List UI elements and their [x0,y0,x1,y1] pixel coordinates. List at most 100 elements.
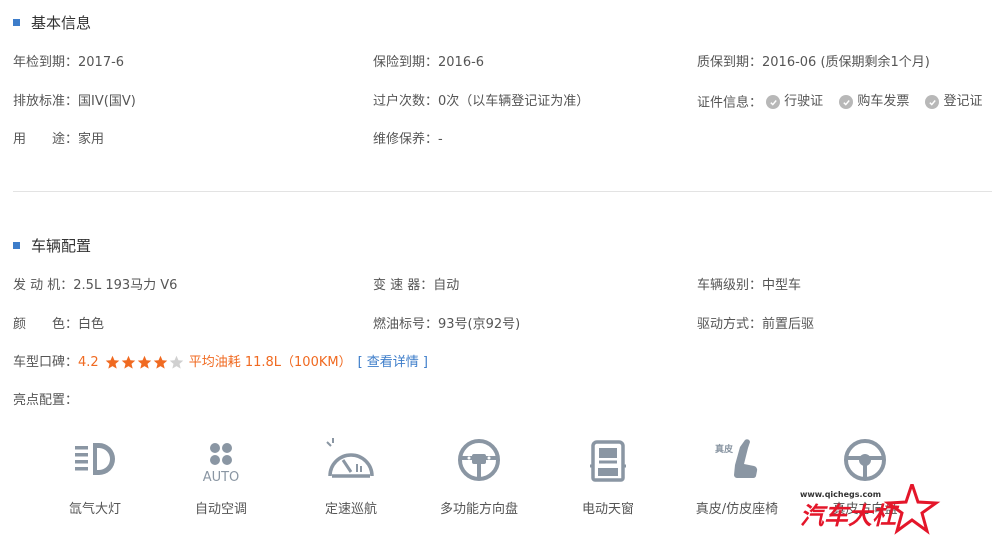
basic-row-1: 年检到期：2017-6 保险到期：2016-6 质保到期：2016-06 (质保… [13,53,992,73]
warranty-label: 质保到期： [697,55,763,70]
drive-type: 驱动方式：前置后驱 [697,315,814,335]
transfer-label: 过户次数： [373,94,439,109]
view-details-link[interactable]: [ 查看详情 ] [358,355,428,370]
transmission-value: 自动 [433,278,460,293]
check-icon [925,95,940,109]
engine: 发 动 机：2.5L 193马力 V6 [13,276,177,296]
insurance-label: 保险到期： [373,55,439,70]
usage-label: 用 途： [13,132,79,147]
transmission: 变 速 器：自动 [373,276,459,296]
cert-label: 行驶证 [784,94,824,109]
transfer-count: 过户次数：0次（以车辆登记证为准） [373,92,589,112]
cert-label: 购车发票 [857,94,910,109]
cert-purchase-invoice: 购车发票 [839,92,909,112]
watermark-star-icon: 汽车大杠 [800,484,941,535]
fuel-consumption: 平均油耗 11.8L（100KM） [188,355,352,370]
cert-registration: 登记证 [925,92,982,112]
config-row-1: 发 动 机：2.5L 193马力 V6 变 速 器：自动 车辆级别：中型车 [13,276,992,296]
feature-name: 氙气大灯 [68,502,121,517]
check-icon [839,95,854,109]
inspection-label: 年检到期： [13,55,79,70]
star-filled-icon [153,355,167,369]
star-filled-icon [105,355,119,369]
color-label: 颜 色： [13,317,79,332]
insurance-value: 2016-6 [438,55,485,70]
vehicle-class-value: 中型车 [762,278,802,293]
basic-row-2: 排放标准：国IV(国V) 过户次数：0次（以车辆登记证为准） 证件信息： 行驶证… [13,92,992,112]
usage-value: 家用 [78,132,105,147]
reputation-label: 车型口碑： [13,355,79,370]
check-icon [766,95,781,109]
reputation: 车型口碑：4.2 平均油耗 11.8L（100KM） [ 查看详情 ] [13,353,428,373]
fuel-grade-label: 燃油标号： [373,317,439,332]
rating-score: 4.2 [78,355,99,370]
section-marker [13,19,20,26]
star-filled-icon [137,355,151,369]
auto-ac-icon: AUTO [191,434,251,486]
feature-cruise: 定速巡航 [286,434,416,517]
feature-auto-ac: AUTO 自动空调 [156,434,286,517]
emission-value: 国IV(国V) [78,94,136,109]
drive-type-label: 驱动方式： [697,317,763,332]
feature-leather-seat: 真皮 真皮/仿皮座椅 [672,434,802,517]
sunroof-icon [578,434,638,486]
maintenance-label: 维修保养： [373,132,439,147]
star-empty-icon [169,355,183,369]
fuel-grade: 燃油标号：93号(京92号) [373,315,520,335]
section-divider [13,191,992,192]
config-row-2: 颜 色：白色 燃油标号：93号(京92号) 驱动方式：前置后驱 [13,315,992,335]
highlights-label: 亮点配置： [13,393,79,408]
documents-info: 证件信息： 行驶证 购车发票 登记证 [697,92,992,114]
feature-name: 真皮/仿皮座椅 [695,502,779,517]
color: 颜 色：白色 [13,315,104,335]
star-rating [105,355,185,370]
auto-text: AUTO [203,470,240,484]
highlights-row: 亮点配置： [13,391,992,411]
multifunction-wheel-icon [449,434,509,486]
transmission-label: 变 速 器： [373,278,434,293]
vehicle-class: 车辆级别：中型车 [697,276,801,296]
feature-name: 电动天窗 [581,502,634,517]
documents-label: 证件信息： [697,95,763,111]
feature-name: 自动空调 [194,502,247,517]
inspection-value: 2017-6 [78,55,125,70]
headlight-icon [65,434,125,486]
feature-name: 定速巡航 [324,502,377,517]
steering-wheel-icon [835,434,895,486]
insurance-expiry: 保险到期：2016-6 [373,53,484,73]
cert-driving-license: 行驶证 [766,92,823,112]
emission-standard: 排放标准：国IV(国V) [13,92,136,112]
engine-label: 发 动 机： [13,278,74,293]
maintenance-value: - [438,132,443,147]
config-heading: 车辆配置 [13,235,91,256]
cruise-control-icon [321,434,381,486]
leather-seat-icon: 真皮 [707,434,767,486]
feature-sunroof: 电动天窗 [543,434,673,517]
engine-value: 2.5L 193马力 V6 [73,278,178,293]
feature-multifunction-wheel: 多功能方向盘 [414,434,544,517]
basic-info-title: 基本信息 [31,14,92,32]
drive-type-value: 前置后驱 [762,317,815,332]
feature-headlight: 氙气大灯 [30,434,160,517]
star-filled-icon [121,355,135,369]
watermark-logo: www.qichegs.com 汽车大杠 [800,484,970,540]
section-marker [13,242,20,249]
inspection-expiry: 年检到期：2017-6 [13,53,124,73]
watermark-text: 汽车大杠 [800,502,900,530]
fuel-grade-value: 93号(京92号) [438,317,521,332]
feature-name: 多功能方向盘 [439,502,518,517]
warranty-expiry: 质保到期：2016-06 (质保期剩余1个月) [697,53,930,73]
maintenance: 维修保养：- [373,130,443,150]
rating-row: 车型口碑：4.2 平均油耗 11.8L（100KM） [ 查看详情 ] [13,353,992,373]
config-title: 车辆配置 [31,237,92,255]
transfer-value: 0次（以车辆登记证为准） [438,94,590,109]
usage: 用 途：家用 [13,130,104,150]
cert-label: 登记证 [943,94,983,109]
emission-label: 排放标准： [13,94,79,109]
color-value: 白色 [78,317,105,332]
basic-row-3: 用 途：家用 维修保养：- [13,130,992,150]
vehicle-class-label: 车辆级别： [697,278,763,293]
basic-info-heading: 基本信息 [13,12,91,33]
leather-text: 真皮 [715,443,734,455]
warranty-value: 2016-06 (质保期剩余1个月) [762,55,930,70]
